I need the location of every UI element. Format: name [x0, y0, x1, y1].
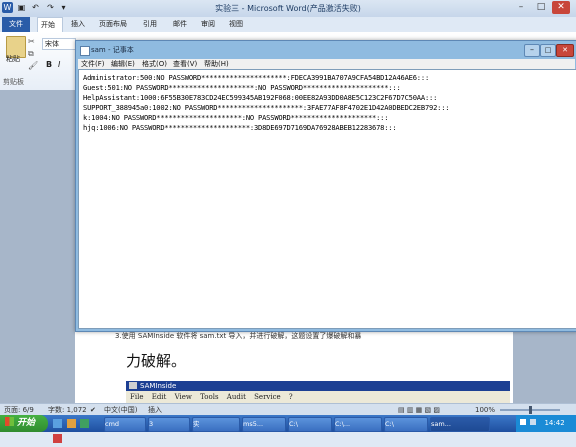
tab-page-layout[interactable]: 页面布局 [96, 17, 130, 32]
document-text-line: 3.使用 SAMInside 软件将 sam.txt 导入，并进行破解，这题设置… [115, 332, 362, 340]
format-painter-icon[interactable]: 🖌 [28, 62, 38, 70]
menu-help[interactable]: 帮助(H) [204, 59, 229, 69]
taskbar-button-folder2[interactable]: C:\... [334, 417, 382, 432]
notepad-window[interactable]: sam - 记事本 – □ ✕ 文件(F) 编辑(E) 格式(O) 查看(V) … [75, 40, 576, 332]
saminside-menu-tools: Tools [200, 393, 219, 401]
ql-icon[interactable] [80, 419, 90, 428]
sam-line: HelpAssistant:1000:6F55B30E783CD24EC5993… [83, 93, 438, 102]
notepad-title-bar[interactable]: sam - 记事本 – □ ✕ [76, 41, 576, 59]
tab-references[interactable]: 引用 [140, 17, 160, 32]
quick-launch[interactable] [52, 417, 102, 443]
tab-insert[interactable]: 插入 [68, 17, 88, 32]
word-title-bar: W ▣ ↶ ↷ ▾ 实验三 - Microsoft Word(产品激活失败) –… [0, 0, 576, 17]
sam-line: Administrator:500:NO PASSWORD***********… [83, 73, 430, 82]
menu-edit[interactable]: 编辑(E) [111, 59, 135, 69]
saminside-menu-audit: Audit [226, 393, 246, 401]
windows-logo-icon [5, 417, 14, 426]
copy-icon[interactable]: ⧉ [28, 50, 38, 58]
taskbar-button-folder1[interactable]: C:\ [288, 417, 332, 432]
saminside-menu-service: Service [254, 393, 281, 401]
close-icon[interactable]: ✕ [552, 1, 570, 14]
taskbar-button-word[interactable]: 实 [192, 417, 240, 432]
sam-line: Guest:501:NO PASSWORD*******************… [83, 83, 401, 92]
menu-view[interactable]: 查看(V) [173, 59, 197, 69]
tab-view[interactable]: 视图 [226, 17, 246, 32]
saminside-menu-edit: Edit [151, 393, 167, 401]
ql-icon[interactable] [66, 419, 76, 428]
clock[interactable]: 14:42 [544, 419, 564, 427]
menu-format[interactable]: 格式(O) [142, 59, 167, 69]
saminside-menu-file: File [130, 393, 144, 401]
notepad-minimize-icon[interactable]: – [524, 44, 540, 57]
paste-label[interactable]: 粘贴 [6, 54, 20, 64]
saminside-title: SAMInside [140, 382, 177, 390]
clipboard-group-label: 剪贴板 [3, 78, 24, 86]
taskbar-button-cmd[interactable]: cmd [104, 417, 146, 432]
ql-icon[interactable] [53, 434, 62, 443]
italic-button[interactable]: I [58, 60, 60, 69]
saminside-icon [129, 382, 137, 389]
tray-icon[interactable] [530, 419, 537, 425]
sam-line: k:1004:NO PASSWORD*********************:… [83, 113, 389, 122]
system-tray: 14:42 [516, 415, 576, 432]
ql-icon[interactable] [53, 419, 62, 428]
menu-file[interactable]: 文件(F) [81, 59, 105, 69]
font-name-box[interactable]: 宋体 [42, 38, 76, 50]
notepad-menu-bar: 文件(F) 编辑(E) 格式(O) 查看(V) 帮助(H) [78, 59, 575, 69]
saminside-menu-help: ? [288, 393, 293, 401]
document-heading: 力破解。 [126, 352, 187, 370]
taskbar-button-ms5[interactable]: ms5... [242, 417, 286, 432]
taskbar-button-3[interactable]: 3 [148, 417, 190, 432]
tray-icon[interactable] [520, 419, 526, 425]
maximize-icon[interactable]: □ [532, 1, 550, 14]
notepad-text-area[interactable]: Administrator:500:NO PASSWORD***********… [78, 69, 576, 329]
taskbar-button-notepad[interactable]: sam... [430, 417, 490, 432]
start-button[interactable]: 开始 [0, 415, 48, 432]
notepad-close-icon[interactable]: ✕ [556, 44, 574, 57]
minimize-icon[interactable]: – [512, 1, 530, 14]
tab-file[interactable]: 文件 [2, 17, 30, 32]
sam-line: SUPPORT_388945a0:1002:NO PASSWORD*******… [83, 103, 450, 112]
saminside-menu-view: View [174, 393, 192, 401]
notepad-title: sam - 记事本 [91, 46, 134, 54]
word-window-title: 实验三 - Microsoft Word(产品激活失败) [215, 4, 361, 13]
tab-home[interactable]: 开始 [37, 17, 63, 32]
saminside-menu-bar: File Edit View Tools Audit Service ? [126, 391, 510, 403]
saminside-title-bar: SAMInside [126, 381, 510, 391]
tab-review[interactable]: 审阅 [198, 17, 218, 32]
cut-icon[interactable]: ✂ [28, 38, 38, 46]
notepad-maximize-icon[interactable]: □ [540, 44, 556, 57]
bold-button[interactable]: B [46, 60, 52, 69]
sam-line: hjq:1006:NO PASSWORD********************… [83, 123, 397, 132]
start-label: 开始 [17, 418, 36, 428]
tab-mailings[interactable]: 邮件 [170, 17, 190, 32]
zoom-slider-thumb[interactable] [529, 406, 532, 414]
notepad-icon [80, 46, 90, 56]
taskbar-button-folder3[interactable]: C:\ [384, 417, 428, 432]
